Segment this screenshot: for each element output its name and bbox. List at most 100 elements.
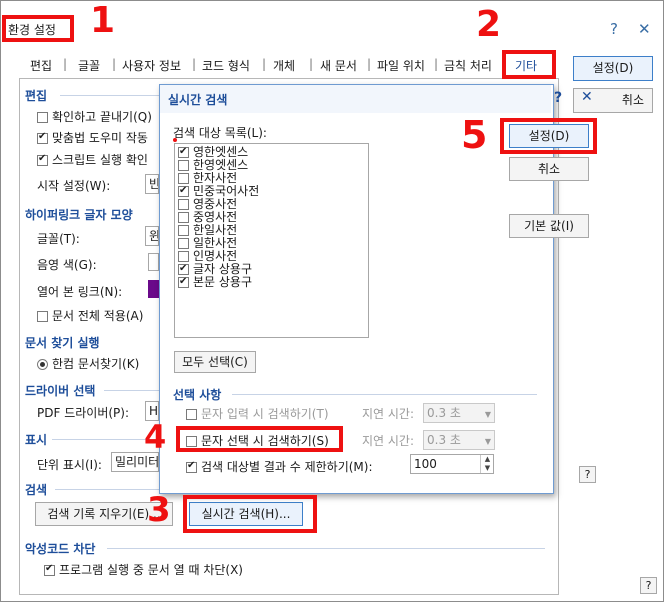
list-item-label: 영중사전	[193, 197, 238, 211]
confirm-close-checkbox[interactable]: 확인하고 끝내기(Q)	[37, 108, 152, 125]
tab-file-location[interactable]: 파일 위치	[377, 57, 425, 74]
list-item-label: 한영엣센스	[193, 158, 249, 172]
checkbox[interactable]	[186, 460, 197, 473]
tab-separator: |	[367, 57, 372, 71]
checkbox[interactable]	[178, 275, 189, 288]
tab-separator: |	[112, 57, 117, 71]
tab-font[interactable]: 글꼴	[78, 57, 100, 74]
shade-color-picker[interactable]	[148, 253, 159, 271]
checkbox[interactable]	[178, 251, 189, 262]
annotation-number-2: 2	[476, 4, 502, 45]
checkbox[interactable]	[37, 311, 48, 322]
dialog-cancel-button[interactable]: 취소	[509, 157, 589, 181]
tab-new-document[interactable]: 새 문서	[320, 57, 357, 74]
checkbox[interactable]	[178, 199, 189, 210]
checkbox[interactable]	[186, 409, 197, 420]
hyperlink-font-label: 글꼴(T):	[37, 232, 80, 246]
dialog-help-button[interactable]: ?	[579, 466, 596, 483]
section-malware-title: 악성코드 차단	[25, 542, 96, 556]
list-item-label: 민중국어사전	[193, 184, 260, 198]
tab-forbidden-chars[interactable]: 금칙 처리	[444, 57, 492, 74]
divider	[52, 439, 159, 440]
list-item-label: 한자사전	[193, 171, 238, 185]
tab-separator: |	[192, 57, 197, 71]
help-icon[interactable]: ?	[610, 20, 618, 38]
checkbox[interactable]	[178, 238, 189, 249]
hancom-find-radio[interactable]: 한컴 문서찾기(K)	[37, 355, 139, 372]
checkbox-label: 검색 대상별 결과 수 제한하기(M):	[201, 460, 373, 474]
spell-check-checkbox[interactable]: 맞춤법 도우미 작동	[37, 129, 148, 146]
checkbox[interactable]	[37, 153, 48, 166]
section-hyperlink-title: 하이퍼링크 글자 모양	[25, 208, 133, 222]
checkbox[interactable]	[178, 160, 189, 171]
checkbox[interactable]	[178, 173, 189, 184]
start-setting-label: 시작 설정(W):	[37, 179, 111, 193]
checkbox-label: 프로그램 실행 중 문서 열 때 차단(X)	[59, 563, 243, 577]
checkbox[interactable]	[44, 563, 55, 576]
pdf-driver-label: PDF 드라이버(P):	[37, 406, 129, 420]
checkbox[interactable]	[37, 112, 48, 123]
select-all-button[interactable]: 모두 선택(C)	[174, 351, 256, 373]
limit-results-checkbox[interactable]: 검색 대상별 결과 수 제한하기(M):	[186, 458, 373, 475]
list-item-label: 본문 상용구	[193, 275, 253, 289]
annotation-number-1: 1	[90, 0, 116, 41]
divider	[60, 95, 160, 96]
delay-select[interactable]: 0.3 초 ▼	[423, 403, 495, 423]
checkbox[interactable]	[37, 131, 48, 144]
delay-value: 0.3 초	[427, 433, 461, 447]
tab-user-info[interactable]: 사용자 정보	[122, 57, 181, 74]
annotation-number-3: 3	[147, 490, 171, 530]
red-dot-marker	[173, 138, 177, 142]
divider	[107, 548, 545, 549]
checkbox[interactable]	[178, 225, 189, 236]
spinner-arrows[interactable]: ▲ ▼	[480, 455, 494, 473]
list-item-label: 한일사전	[193, 223, 238, 237]
close-icon[interactable]: ✕	[638, 20, 651, 38]
search-target-list-label: 검색 대상 목록(L):	[173, 126, 267, 140]
checkbox-label: 스크립트 실행 확인	[52, 153, 148, 167]
annotation-box-5	[500, 118, 597, 154]
tab-code-format[interactable]: 코드 형식	[202, 57, 250, 74]
settings-ok-button[interactable]: 설정(D)	[573, 56, 653, 81]
tab-separator: |	[262, 57, 267, 71]
block-on-open-checkbox[interactable]: 프로그램 실행 중 문서 열 때 차단(X)	[44, 561, 243, 578]
options-title: 선택 사항	[173, 388, 222, 402]
apply-all-checkbox[interactable]: 문서 전체 적용(A)	[37, 307, 143, 324]
visited-link-color-picker[interactable]	[148, 280, 159, 298]
visited-link-label: 열어 본 링크(N):	[37, 285, 123, 299]
annotation-box-4	[176, 426, 343, 452]
tab-separator: |	[434, 57, 439, 71]
checkbox[interactable]	[178, 184, 189, 197]
checkbox[interactable]	[178, 145, 189, 158]
hyperlink-font-select[interactable]: 윈	[145, 226, 159, 246]
dialog-help-icon[interactable]: ?	[554, 90, 562, 106]
tab-edit[interactable]: 편집	[30, 57, 52, 74]
checkbox[interactable]	[178, 212, 189, 223]
section-driver-title: 드라이버 선택	[25, 384, 96, 398]
tab-object[interactable]: 개체	[273, 57, 295, 74]
checkbox-label: 확인하고 끝내기(Q)	[52, 110, 152, 124]
dialog-close-icon[interactable]: ✕	[581, 89, 593, 105]
search-target-list[interactable]: 영한엣센스 한영엣센스 한자사전 민중국어사전 영중사전 중영사전 한일사전 일…	[174, 143, 369, 338]
checkbox[interactable]	[178, 262, 189, 275]
list-item-label: 글자 상용구	[193, 262, 253, 276]
list-item-label: 일한사전	[193, 236, 238, 250]
checkbox-label: 문서 전체 적용(A)	[52, 309, 144, 323]
dialog-default-button[interactable]: 기본 값(I)	[509, 214, 589, 238]
list-item[interactable]: 본문 상용구	[178, 275, 253, 289]
annotation-box-3	[183, 495, 317, 533]
annotation-box-2	[502, 50, 556, 79]
annotation-number-4: 4	[144, 418, 167, 456]
annotation-box-1	[2, 15, 74, 42]
start-setting-select[interactable]: 빈	[145, 174, 159, 194]
limit-value: 100	[414, 457, 437, 471]
checkbox-label: 맞춤법 도우미 작동	[52, 131, 148, 145]
search-on-input-checkbox[interactable]: 문자 입력 시 검색하기(T)	[186, 405, 329, 422]
delay-value: 0.3 초	[427, 406, 461, 420]
footer-help-button[interactable]: ?	[640, 577, 657, 594]
chevron-down-icon: ▼	[484, 437, 491, 446]
script-run-checkbox[interactable]: 스크립트 실행 확인	[37, 151, 148, 168]
list-item-label: 영한엣센스	[193, 145, 249, 159]
delay-select[interactable]: 0.3 초 ▼	[423, 430, 495, 450]
radio[interactable]	[37, 359, 48, 370]
